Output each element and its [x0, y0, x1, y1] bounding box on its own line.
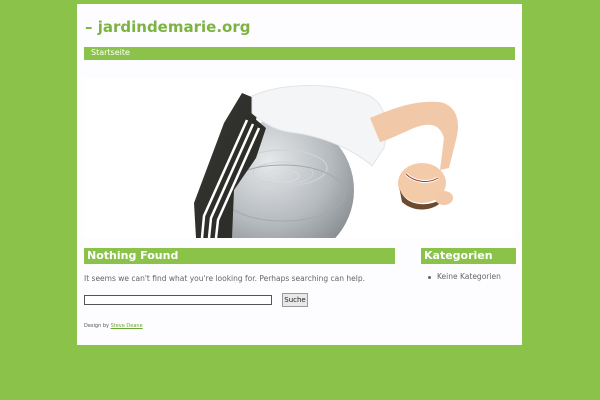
sidebar-heading: Kategorien: [421, 248, 516, 264]
person-on-exercise-ball-photo: [194, 85, 459, 238]
credit-link[interactable]: Steve Deane: [111, 323, 143, 329]
category-label: Keine Kategorien: [437, 272, 501, 281]
not-found-message: It seems we can't find what you're looki…: [84, 274, 366, 283]
list-item: Keine Kategorien: [428, 272, 501, 281]
search-input[interactable]: [84, 295, 272, 305]
nav-item-startseite[interactable]: Startseite: [91, 48, 130, 57]
search-button[interactable]: Suche: [282, 293, 308, 307]
bullet-icon: [428, 275, 431, 279]
category-list: Keine Kategorien: [428, 272, 501, 281]
navigation-bar: Startseite: [84, 47, 515, 60]
header-image: [84, 78, 515, 238]
site-title[interactable]: – jardindemarie.org: [85, 18, 250, 36]
sidebar-title: Kategorien: [424, 249, 493, 262]
page-container: – jardindemarie.org Startseite Nothing F…: [77, 4, 522, 345]
nothing-found-title: Nothing Found: [87, 249, 179, 262]
footer-credit: Design by Steve Deane: [84, 323, 143, 329]
content-heading: Nothing Found: [84, 248, 395, 264]
credit-prefix: Design by: [84, 323, 109, 329]
